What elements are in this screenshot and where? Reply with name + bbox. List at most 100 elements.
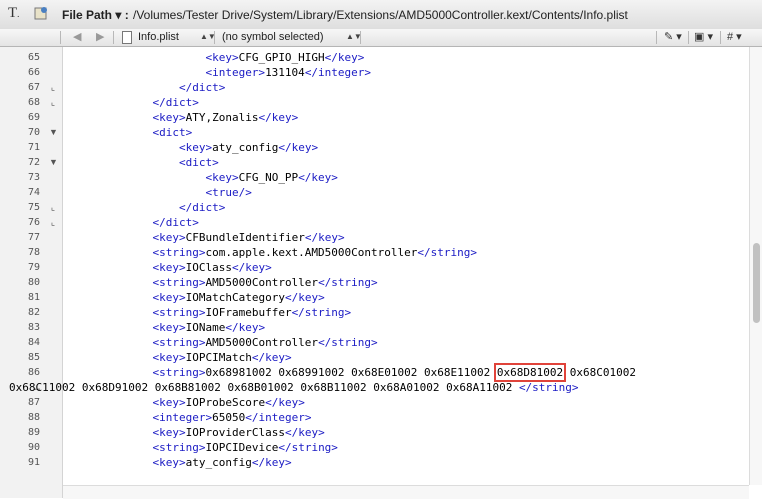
xml-tag: </string> xyxy=(518,381,579,394)
fold-triangle-icon[interactable]: ▼ xyxy=(49,125,58,140)
code-line[interactable]: 79 <key>IOClass</key> xyxy=(0,260,749,275)
code-text: <key>IOMatchCategory</key> xyxy=(73,290,324,305)
xml-tag: <integer> xyxy=(205,66,266,79)
forward-arrow-icon[interactable]: ▶ xyxy=(96,30,104,43)
code-line[interactable]: 71 <key>aty_config</key> xyxy=(0,140,749,155)
code-text: <key>IOPCIMatch</key> xyxy=(73,350,292,365)
code-line[interactable]: 81 <key>IOMatchCategory</key> xyxy=(0,290,749,305)
code-line[interactable]: 74 <true/> xyxy=(0,185,749,200)
code-text: </dict> xyxy=(73,200,225,215)
xml-value: IOProbeScore xyxy=(185,396,266,409)
xml-tag: </string> xyxy=(278,441,338,454)
code-line[interactable]: 67 ⌞ </dict> xyxy=(0,80,749,95)
file-path: /Volumes/Tester Drive/System/Library/Ext… xyxy=(133,8,628,22)
code-line[interactable]: 78 <string>com.apple.kext.AMD5000Control… xyxy=(0,245,749,260)
xml-value: 65050 xyxy=(212,411,246,424)
code-line[interactable]: 76 ⌞ </dict> xyxy=(0,215,749,230)
code-line[interactable]: 69 <key>ATY,Zonalis</key> xyxy=(0,110,749,125)
code-line[interactable]: 75 ⌞ </dict> xyxy=(0,200,749,215)
script-icon[interactable] xyxy=(33,5,49,25)
xml-tag: </dict> xyxy=(152,96,199,109)
code-line[interactable]: 70 ▼ <dict> xyxy=(0,125,749,140)
line-number: 71 xyxy=(27,142,40,153)
line-number: 89 xyxy=(27,427,40,438)
code-text: <string>com.apple.kext.AMD5000Controller… xyxy=(73,245,477,260)
code-line[interactable]: 88 <integer>65050</integer> xyxy=(0,410,749,425)
back-arrow-icon[interactable]: ◀ xyxy=(73,30,81,43)
xml-tag: <string> xyxy=(152,336,206,349)
code-line[interactable]: 65 <key>CFG_GPIO_HIGH</key> xyxy=(0,50,749,65)
fold-end-icon[interactable]: ⌞ xyxy=(49,80,57,95)
xml-tag: <key> xyxy=(178,141,213,154)
fold-end-icon[interactable]: ⌞ xyxy=(49,215,57,230)
xml-value: AMD5000Controller xyxy=(205,276,319,289)
fold-triangle-icon[interactable]: ▼ xyxy=(49,155,58,170)
xml-tag: </key> xyxy=(251,351,292,364)
xml-tag: <key> xyxy=(152,321,186,334)
code-line[interactable]: 80 <string>AMD5000Controller</string> xyxy=(0,275,749,290)
code-text: <key>CFBundleIdentifier</key> xyxy=(73,230,344,245)
code-line[interactable]: 90 <string>IOPCIDevice</string> xyxy=(0,440,749,455)
code-text: <key>CFG_NO_PP</key> xyxy=(73,170,337,185)
code-line[interactable]: 66 <integer>131104</integer> xyxy=(0,65,749,80)
line-number: 81 xyxy=(27,292,40,303)
document-menu-icon[interactable]: ▣ ▾ xyxy=(694,30,713,43)
xml-tag: </string> xyxy=(417,246,477,259)
file-path-label[interactable]: File Path ▾ : xyxy=(62,8,129,22)
xml-value: 0x68C01002 xyxy=(563,366,636,379)
code-line[interactable]: 83 <key>IOName</key> xyxy=(0,320,749,335)
xml-tag: </key> xyxy=(324,51,365,64)
code-editor[interactable]: 65 <key>CFG_GPIO_HIGH</key> 66 <integer>1… xyxy=(0,50,749,485)
code-line[interactable]: 82 <string>IOFramebuffer</string> xyxy=(0,305,749,320)
vertical-scrollbar[interactable] xyxy=(749,47,762,485)
code-line[interactable]: 91 <key>aty_config</key> xyxy=(0,455,749,470)
file-popup[interactable]: Info.plist xyxy=(138,31,179,43)
code-line[interactable]: 86 <string>0x68981002 0x68991002 0x68E01… xyxy=(0,363,749,382)
xml-tag: </integer> xyxy=(245,411,312,424)
xml-tag: </key> xyxy=(278,141,319,154)
horizontal-scrollbar[interactable] xyxy=(63,485,749,499)
divider xyxy=(60,31,61,44)
fold-end-icon[interactable]: ⌞ xyxy=(49,200,57,215)
xml-tag: </string> xyxy=(318,276,378,289)
marker-menu-icon[interactable]: ✎ ▾ xyxy=(664,30,682,43)
line-number: 80 xyxy=(27,277,40,288)
code-line[interactable]: 72 ▼ <dict> xyxy=(0,155,749,170)
xml-tag: </integer> xyxy=(304,66,372,79)
hash-menu[interactable]: # ▾ xyxy=(727,30,742,43)
code-text: <string>AMD5000Controller</string> xyxy=(73,335,377,350)
code-text: <string>AMD5000Controller</string> xyxy=(73,275,378,290)
code-line[interactable]: 87 <key>IOProbeScore</key> xyxy=(0,395,749,410)
code-text: <key>ATY,Zonalis</key> xyxy=(73,110,298,125)
code-text: <integer>131104</integer> xyxy=(73,65,371,80)
text-tool-icon[interactable]: T. xyxy=(8,5,19,22)
code-line[interactable]: 89 <key>IOProviderClass</key> xyxy=(0,425,749,440)
code-line[interactable]: 73 <key>CFG_NO_PP</key> xyxy=(0,170,749,185)
code-text: <key>IOProviderClass</key> xyxy=(73,425,324,440)
code-text: <true/> xyxy=(73,185,251,200)
vertical-scroll-thumb[interactable] xyxy=(753,243,760,323)
xml-tag: </dict> xyxy=(178,201,226,214)
code-line[interactable]: 77 <key>CFBundleIdentifier</key> xyxy=(0,230,749,245)
xml-value: CFG_NO_PP xyxy=(238,171,299,184)
symbol-popup[interactable]: (no symbol selected) xyxy=(222,31,324,43)
fold-end-icon[interactable]: ⌞ xyxy=(49,95,57,110)
code-line[interactable]: … 0x68C11002 0x68D91002 0x68B81002 0x68B0… xyxy=(0,380,749,395)
divider xyxy=(214,31,215,44)
code-line[interactable]: 68 ⌞ </dict> xyxy=(0,95,749,110)
code-line[interactable]: 85 <key>IOPCIMatch</key> xyxy=(0,350,749,365)
divider xyxy=(688,31,689,44)
code-line[interactable]: 84 <string>AMD5000Controller</string> xyxy=(0,335,749,350)
xml-tag: <string> xyxy=(152,276,206,289)
line-number: 84 xyxy=(27,337,40,348)
